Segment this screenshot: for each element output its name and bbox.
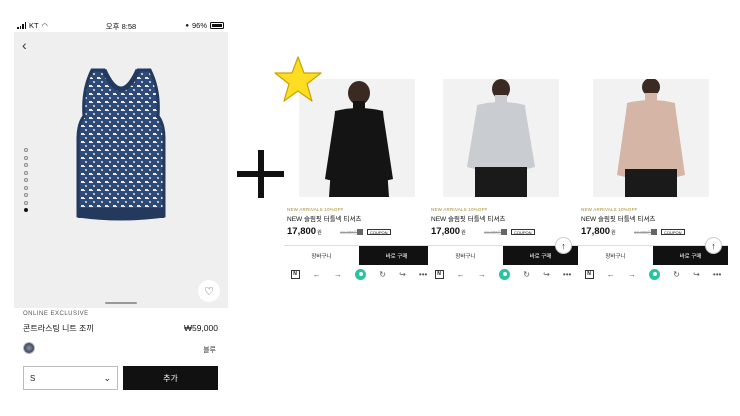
- arrow-left-icon[interactable]: ←: [457, 270, 465, 279]
- coupon-badge[interactable]: COUPON: [661, 229, 685, 235]
- star-icon: [274, 56, 322, 102]
- n-icon[interactable]: N: [290, 269, 300, 279]
- status-bar: KT ◠ 오후 8:58 ● 96%: [14, 18, 228, 32]
- size-select[interactable]: S ⌄: [23, 366, 118, 390]
- cart-button[interactable]: 장바구니: [284, 246, 359, 265]
- plus-icon: [237, 150, 285, 198]
- card-label: NEW ARRIVALS 10%OFF: [431, 207, 488, 212]
- battery-percent: 96%: [191, 21, 207, 30]
- card-original-price: 19,800원: [484, 230, 502, 235]
- share-icon[interactable]: ↪: [543, 270, 550, 279]
- product-card[interactable]: NEW ARRIVALS 10%OFF NEW 슬림핏 터틀넥 티셔츠 17,8…: [578, 79, 728, 284]
- refresh-icon[interactable]: ↻: [379, 270, 386, 279]
- n-icon[interactable]: N: [434, 269, 444, 279]
- arrow-left-icon[interactable]: ←: [607, 270, 615, 279]
- image-page-dots[interactable]: [24, 148, 28, 212]
- product-price: ₩59,000: [183, 323, 218, 333]
- arrow-right-icon[interactable]: →: [334, 270, 342, 279]
- share-icon[interactable]: ↪: [693, 270, 700, 279]
- buy-now-button[interactable]: 바로 구매 ↑: [653, 237, 728, 265]
- card-product-name[interactable]: NEW 슬림핏 터틀넥 티셔츠: [287, 213, 361, 223]
- refresh-icon[interactable]: ↻: [523, 270, 530, 279]
- exclusive-label: ONLINE EXCLUSIVE: [23, 311, 89, 317]
- buy-now-button[interactable]: 바로 구매 ↑: [503, 237, 578, 265]
- coupon-badge[interactable]: COUPON: [511, 229, 535, 235]
- share-icon[interactable]: ↪: [399, 270, 406, 279]
- vest-image: [76, 68, 166, 221]
- card-original-price: 19,800원: [340, 230, 358, 235]
- alarm-icon: ●: [185, 22, 189, 29]
- home-icon[interactable]: [499, 268, 511, 280]
- size-value: S: [30, 373, 36, 383]
- card-price: 17,800원: [287, 226, 322, 237]
- cart-button[interactable]: 장바구니: [578, 246, 653, 265]
- card-original-price: 19,800원: [634, 230, 652, 235]
- cart-button[interactable]: 장바구니: [428, 246, 503, 265]
- home-icon[interactable]: [649, 268, 661, 280]
- product-card[interactable]: NEW ARRIVALS 10%OFF NEW 슬림핏 터틀넥 티셔츠 17,8…: [284, 79, 434, 284]
- buy-now-button[interactable]: 바로 구매: [359, 246, 434, 265]
- discount-badge: [651, 229, 657, 235]
- scroll-top-icon[interactable]: ↑: [555, 237, 572, 254]
- back-icon[interactable]: ‹: [22, 38, 27, 52]
- discount-badge: [357, 229, 363, 235]
- arrow-right-icon[interactable]: →: [478, 270, 486, 279]
- home-icon[interactable]: [355, 268, 367, 280]
- product-photo: [443, 79, 559, 197]
- product-photo: [593, 79, 709, 197]
- product-card[interactable]: NEW ARRIVALS 10%OFF NEW 슬림핏 터틀넥 티셔츠 17,8…: [428, 79, 578, 284]
- browser-toolbar: N ← → ↻ ↪ •••: [578, 265, 728, 283]
- more-icon[interactable]: •••: [713, 270, 721, 279]
- product-screen: KT ◠ 오후 8:58 ● 96% ‹ ♡ ONLINE EXCLUSIVE …: [14, 18, 228, 398]
- card-product-name[interactable]: NEW 슬림핏 터틀넥 티셔츠: [581, 213, 655, 223]
- heart-icon[interactable]: ♡: [198, 280, 220, 302]
- discount-badge: [501, 229, 507, 235]
- color-swatch[interactable]: [23, 342, 35, 354]
- browser-toolbar: N ← → ↻ ↪ •••: [428, 265, 578, 283]
- more-icon[interactable]: •••: [563, 270, 571, 279]
- chevron-down-icon: ⌄: [103, 372, 111, 383]
- card-label: NEW ARRIVALS 10%OFF: [287, 207, 344, 212]
- card-price: 17,800원: [431, 226, 466, 237]
- color-name: 블루: [203, 347, 216, 354]
- coupon-badge[interactable]: COUPON: [367, 229, 391, 235]
- drawer-handle[interactable]: [105, 302, 137, 304]
- more-icon[interactable]: •••: [419, 270, 427, 279]
- battery-icon: [210, 22, 224, 29]
- arrow-right-icon[interactable]: →: [628, 270, 636, 279]
- browser-toolbar: N ← → ↻ ↪ •••: [284, 265, 434, 283]
- n-icon[interactable]: N: [584, 269, 594, 279]
- arrow-left-icon[interactable]: ←: [313, 270, 321, 279]
- product-name: 콘트라스팅 니트 조끼: [23, 324, 94, 333]
- add-button[interactable]: 추가: [123, 366, 218, 390]
- refresh-icon[interactable]: ↻: [673, 270, 680, 279]
- scroll-top-icon[interactable]: ↑: [705, 237, 722, 254]
- product-image-carousel[interactable]: ‹ ♡: [14, 32, 228, 308]
- card-label: NEW ARRIVALS 10%OFF: [581, 207, 638, 212]
- card-product-name[interactable]: NEW 슬림핏 터틀넥 티셔츠: [431, 213, 505, 223]
- card-price: 17,800원: [581, 226, 616, 237]
